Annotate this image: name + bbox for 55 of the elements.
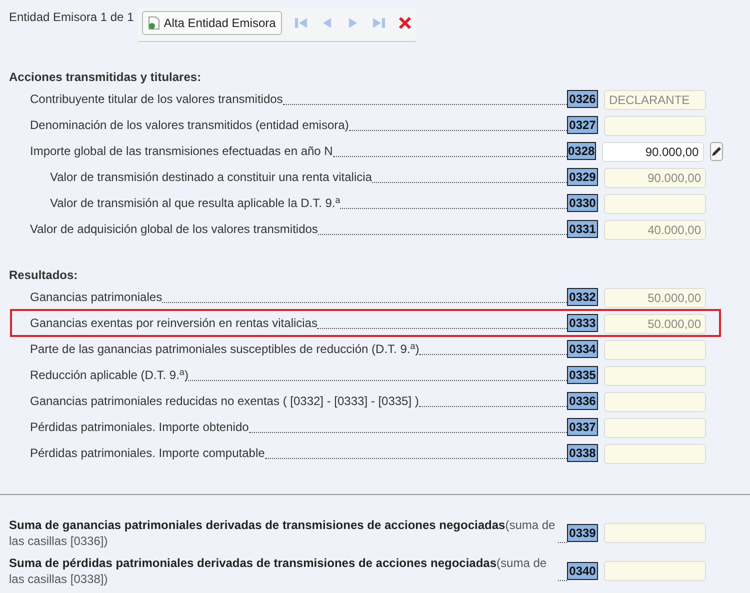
field-label: Valor de transmisión al que resulta aplicable la D.T. 9.$^{a}$	[50, 194, 340, 212]
edit-button[interactable]	[710, 142, 723, 161]
value-field[interactable]	[604, 561, 706, 581]
record-counter: Entidad Emisora 1 de 1	[9, 9, 134, 26]
box-code: 0335	[567, 366, 598, 384]
box-code: 0328	[567, 142, 596, 160]
box-code: 0331	[567, 220, 598, 238]
box-code: 0338	[567, 444, 598, 462]
box-code: 0333	[567, 314, 598, 332]
field-label: Pérdidas patrimoniales. Importe obtenido	[30, 419, 249, 436]
first-record-icon[interactable]	[294, 16, 308, 30]
field-label: Contribuyente titular de los valores transmitidos	[30, 91, 283, 108]
value-field[interactable]: 50.000,00	[604, 314, 706, 334]
field-label: Ganancias patrimoniales reducidas no exentas ( [0332] - [0333] - [0335] )	[30, 393, 419, 410]
field-label: Valor de transmisión destinado a constituir una renta vitalicia	[50, 169, 372, 186]
value-field[interactable]	[604, 340, 706, 360]
pencil-icon	[710, 146, 722, 157]
value-field[interactable]	[604, 116, 706, 136]
total-label: Suma de pérdidas patrimoniales derivadas de transmisiones de acciones negociadas(suma de las casillas [0338])	[8, 555, 548, 587]
section-title: Acciones transmitidas y titulares:	[8, 69, 202, 86]
value-field[interactable]: 90.000,00	[604, 168, 706, 188]
box-code: 0339	[567, 524, 598, 542]
box-code: 0340	[567, 562, 598, 580]
add-entity-button[interactable]: Alta Entidad Emisora	[142, 11, 282, 35]
box-code: 0334	[567, 340, 598, 358]
box-code: 0330	[567, 194, 598, 212]
field-label: Ganancias exentas por reinversión en rentas vitalicias	[30, 315, 318, 332]
value-field[interactable]	[604, 194, 706, 214]
value-field[interactable]	[604, 418, 706, 438]
field-label: Pérdidas patrimoniales. Importe computable	[30, 445, 265, 462]
value-field[interactable]	[604, 366, 706, 386]
box-code: 0332	[567, 288, 598, 306]
value-field[interactable]	[604, 523, 706, 543]
box-code: 0326	[567, 90, 598, 108]
box-code: 0337	[567, 418, 598, 436]
field-label: Ganancias patrimoniales	[30, 289, 162, 306]
value-field[interactable]	[604, 392, 706, 412]
value-field[interactable]: 40.000,00	[604, 220, 706, 240]
field-label: Parte de las ganancias patrimoniales susceptibles de reducción (D.T. 9.$^{a}$)	[30, 340, 420, 358]
total-label: Suma de ganancias patrimoniales derivadas de transmisiones de acciones negociadas(suma de las casillas [0336])	[8, 517, 556, 549]
delete-icon[interactable]	[398, 16, 412, 30]
new-document-icon	[148, 16, 160, 30]
value-field[interactable]: 90.000,00	[602, 142, 704, 162]
field-label: Denominación de los valores transmitidos (entidad emisora)	[30, 117, 349, 134]
value-field[interactable]	[604, 444, 706, 464]
box-code: 0336	[567, 392, 598, 410]
value-field[interactable]: 50.000,00	[604, 288, 706, 308]
field-label: Importe global de las transmisiones efectuadas en año N	[30, 143, 333, 160]
box-code: 0329	[567, 168, 598, 186]
value-field[interactable]: DECLARANTE	[604, 90, 706, 110]
field-label: Reducción aplicable (D.T. 9.$^{a}$)	[30, 366, 188, 384]
last-record-icon[interactable]	[372, 16, 386, 30]
section-title: Resultados:	[8, 267, 79, 284]
box-code: 0327	[567, 116, 598, 134]
field-label: Valor de adquisición global de los valores transmitidos	[30, 221, 318, 238]
